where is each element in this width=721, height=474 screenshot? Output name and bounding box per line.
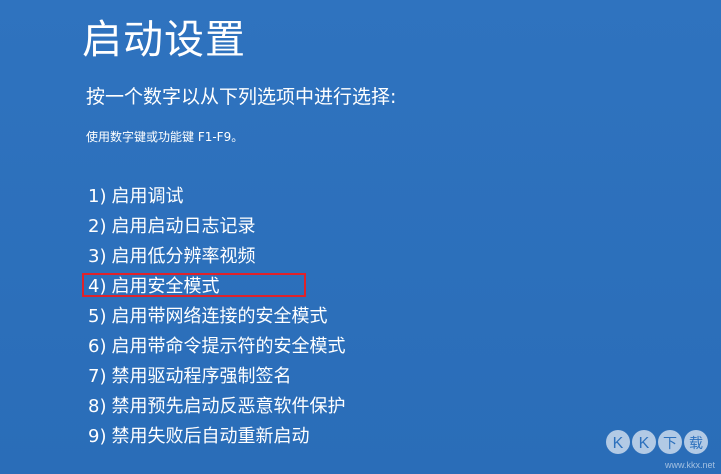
- option-label: 启用安全模式: [111, 276, 220, 297]
- option-enable-low-resolution-video[interactable]: 3) 启用低分辨率视频: [88, 242, 345, 272]
- page-title: 启动设置: [82, 17, 246, 63]
- option-label: 启用启动日志记录: [111, 216, 256, 237]
- instruction-text: 按一个数字以从下列选项中进行选择:: [86, 86, 397, 108]
- svg-text:K: K: [613, 435, 624, 452]
- option-number: 8): [88, 396, 107, 417]
- option-number: 4): [88, 276, 107, 297]
- option-number: 3): [88, 246, 107, 267]
- option-disable-auto-restart-after-failure[interactable]: 9) 禁用失败后自动重新启动: [88, 422, 345, 452]
- startup-settings-screen: 启动设置 按一个数字以从下列选项中进行选择: 使用数字键或功能键 F1-F9。 …: [0, 0, 721, 474]
- option-number: 6): [88, 336, 107, 357]
- option-safe-mode-with-networking[interactable]: 5) 启用带网络连接的安全模式: [88, 302, 345, 332]
- option-label: 启用低分辨率视频: [111, 246, 256, 267]
- option-enable-boot-logging[interactable]: 2) 启用启动日志记录: [88, 212, 345, 242]
- option-enable-safe-mode[interactable]: 4) 启用安全模式: [81, 272, 345, 302]
- option-enable-debugging[interactable]: 1) 启用调试: [88, 182, 345, 212]
- option-label: 禁用驱动程序强制签名: [111, 366, 292, 387]
- option-label: 启用带网络连接的安全模式: [111, 306, 328, 327]
- svg-text:载: 载: [689, 436, 703, 452]
- kk-watermark-logo-icon: K K 下 载: [606, 430, 708, 454]
- svg-text:下: 下: [663, 436, 677, 452]
- option-disable-driver-signature-enforcement[interactable]: 7) 禁用驱动程序强制签名: [88, 362, 345, 392]
- key-hint: 使用数字键或功能键 F1-F9。: [86, 130, 244, 144]
- option-number: 5): [88, 306, 107, 327]
- watermark-domain: www.kkx.net: [664, 460, 715, 470]
- option-number: 2): [88, 216, 107, 237]
- kk-download-watermark: K K 下 载 www.kkx.net: [605, 428, 717, 470]
- option-number: 9): [88, 426, 107, 447]
- option-number: 1): [88, 186, 107, 207]
- startup-options-list: 1) 启用调试 2) 启用启动日志记录 3) 启用低分辨率视频 4) 启用安全模式 5)…: [81, 182, 345, 452]
- option-label: 禁用预先启动反恶意软件保护: [111, 396, 346, 417]
- option-label: 禁用失败后自动重新启动: [111, 426, 310, 447]
- svg-text:K: K: [639, 435, 650, 452]
- option-disable-early-launch-anti-malware[interactable]: 8) 禁用预先启动反恶意软件保护: [88, 392, 345, 422]
- option-safe-mode-with-command-prompt[interactable]: 6) 启用带命令提示符的安全模式: [88, 332, 345, 362]
- option-number: 7): [88, 366, 107, 387]
- option-label: 启用调试: [111, 186, 184, 207]
- option-label: 启用带命令提示符的安全模式: [111, 336, 346, 357]
